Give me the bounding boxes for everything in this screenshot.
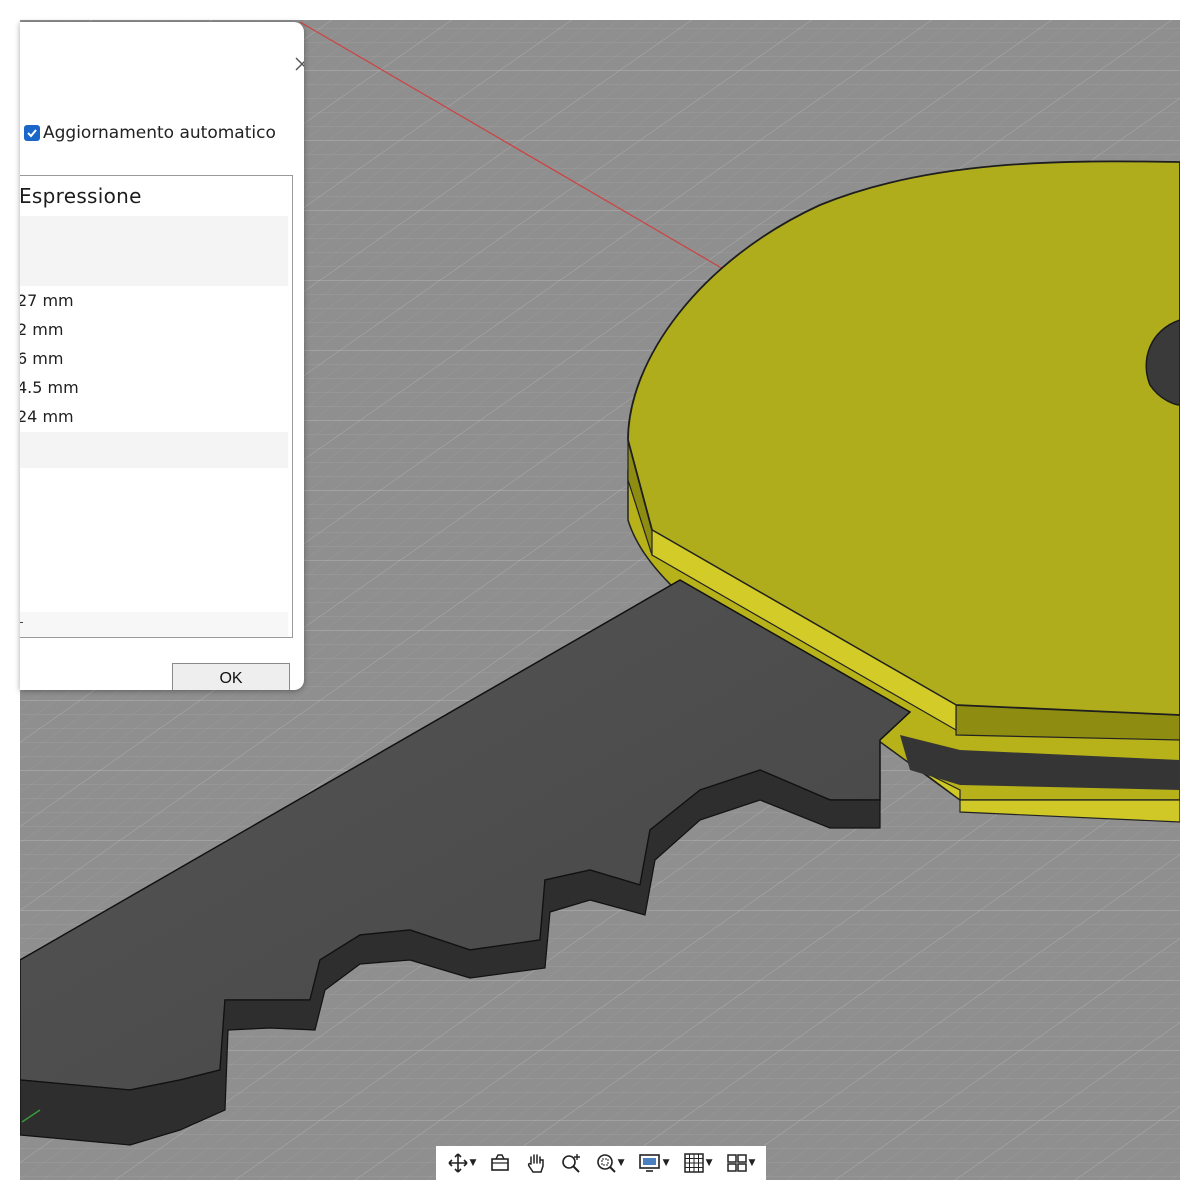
chevron-down-icon[interactable]: ▼ [618, 1158, 625, 1168]
close-button[interactable] [290, 52, 304, 76]
table-row[interactable]: 6 mm [20, 348, 63, 370]
navigation-bar: ▼ ▼ ▼ ▼ ▼ [436, 1146, 766, 1180]
orbit-button[interactable]: ▼ [447, 1149, 477, 1177]
chevron-down-icon[interactable]: ▼ [470, 1158, 477, 1168]
viewports-button[interactable]: ▼ [726, 1149, 756, 1177]
chevron-down-icon[interactable]: ▼ [749, 1158, 756, 1168]
auto-update-label: Aggiornamento automatico [43, 123, 276, 143]
table-row[interactable]: 4.5 mm [20, 377, 79, 399]
zoom-icon [561, 1154, 580, 1173]
table-group-row [20, 216, 288, 286]
fit-window-button[interactable]: ▼ [595, 1149, 625, 1177]
look-at-icon [491, 1154, 510, 1171]
table-footer-row [20, 612, 288, 637]
table-row[interactable]: 27 mm [20, 290, 74, 312]
orbit-icon [447, 1153, 468, 1173]
ok-button[interactable]: OK [172, 663, 290, 690]
pan-hand-icon [527, 1154, 544, 1173]
parameters-dialog: Aggiornamento automatico Espressione 27 … [20, 22, 304, 690]
table-group-row [20, 432, 288, 468]
chevron-down-icon[interactable]: ▼ [663, 1158, 670, 1168]
viewports-icon [726, 1154, 747, 1172]
row-marker [20, 622, 23, 623]
display-settings-icon [638, 1154, 660, 1172]
pan-button[interactable] [525, 1149, 547, 1177]
chevron-down-icon[interactable]: ▼ [706, 1158, 713, 1168]
grid-icon [683, 1153, 704, 1173]
table-row[interactable]: 24 mm [20, 406, 74, 428]
close-icon [295, 57, 304, 71]
grid-settings-button[interactable]: ▼ [683, 1149, 713, 1177]
fit-window-icon [596, 1154, 616, 1173]
checkbox-checked-icon[interactable] [24, 125, 40, 141]
table-row[interactable]: 2 mm [20, 319, 63, 341]
parameters-table[interactable]: Espressione 27 mm 2 mm 6 mm 4.5 mm 24 mm [20, 175, 293, 638]
column-header-expression: Espressione [20, 184, 142, 208]
display-settings-button[interactable]: ▼ [638, 1149, 670, 1177]
look-at-button[interactable] [489, 1149, 511, 1177]
zoom-button[interactable] [560, 1149, 582, 1177]
auto-update-toggle[interactable]: Aggiornamento automatico [24, 122, 276, 144]
